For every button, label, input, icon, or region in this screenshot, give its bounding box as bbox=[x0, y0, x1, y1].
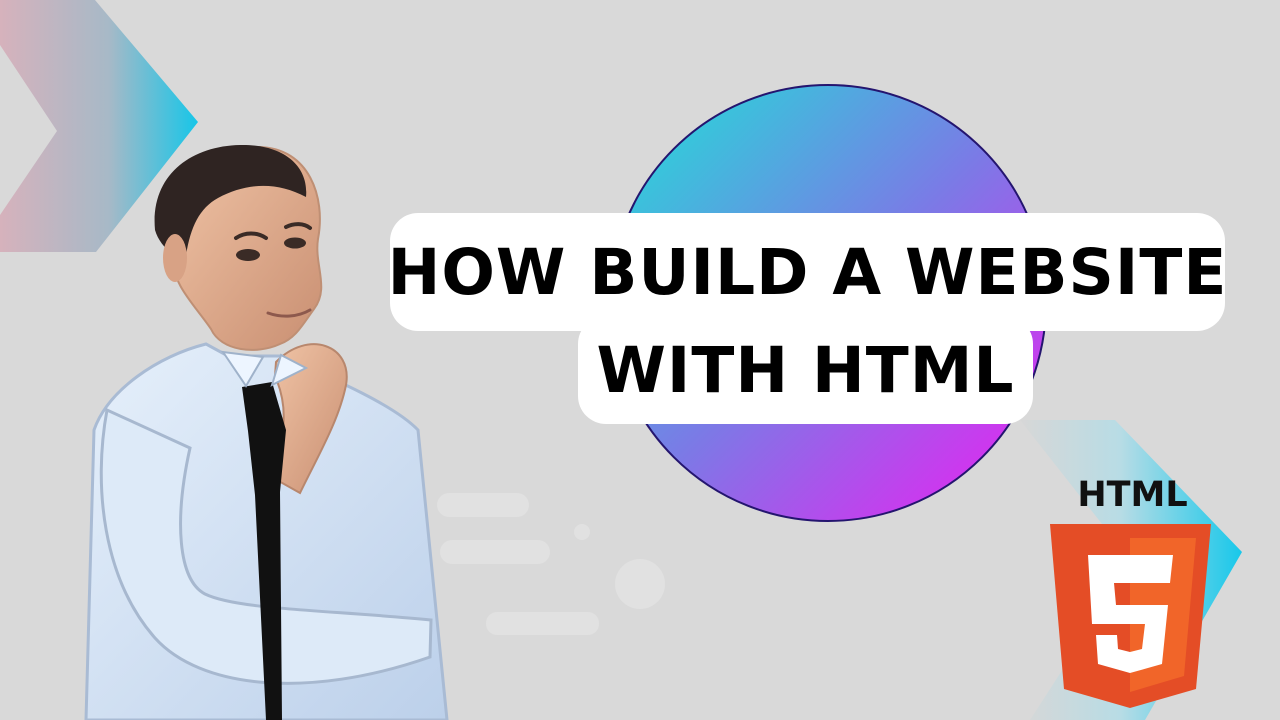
thumbnail-canvas: HOW BUILD A WEBSITE WITH HTML HTML bbox=[0, 0, 1280, 720]
html-logo-label: HTML bbox=[1077, 475, 1188, 515]
title-line-2: WITH HTML bbox=[578, 316, 1033, 424]
title-line-2-text: WITH HTML bbox=[596, 333, 1015, 407]
speed-lines bbox=[437, 493, 665, 635]
title-line-1-text: HOW BUILD A WEBSITE bbox=[387, 235, 1228, 309]
title-line-1: HOW BUILD A WEBSITE bbox=[387, 213, 1228, 331]
html5-logo-shield bbox=[1050, 524, 1211, 708]
